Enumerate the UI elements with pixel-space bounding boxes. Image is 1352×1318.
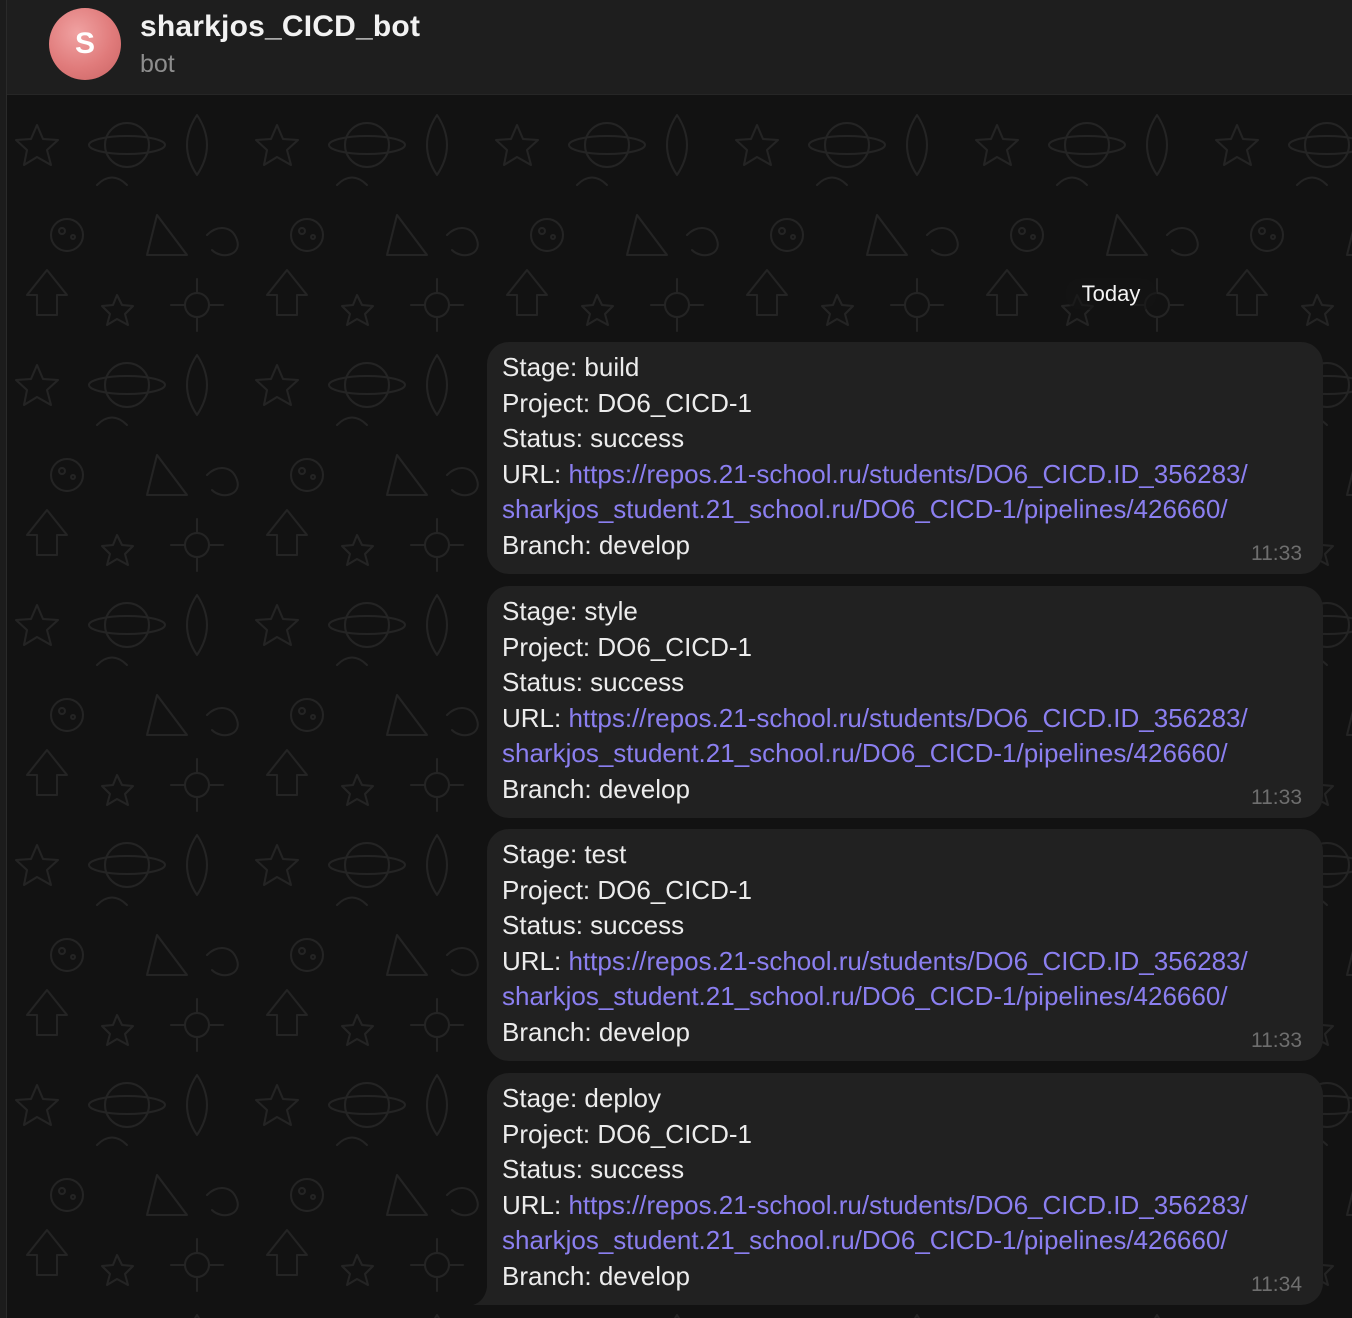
chat-list-edge xyxy=(0,0,7,1318)
message-stage: Stage: style xyxy=(502,596,638,626)
telegram-chat-window: S sharkjos_CICD_bot bot Today Stage: bui… xyxy=(0,0,1352,1318)
message-project: Project: DO6_CICD-1 xyxy=(502,874,752,905)
date-separator: Today xyxy=(1065,278,1157,310)
message-project: Project: DO6_CICD-1 xyxy=(502,631,752,662)
message-bubble[interactable]: Stage: deploy Project: DO6_CICD-1 Status… xyxy=(487,1073,1323,1305)
message-url-label: URL: xyxy=(502,945,569,976)
message-branch: Branch: develop xyxy=(502,1016,690,1047)
pipeline-link[interactable]: https://repos.21-school.ru/students/DO6_… xyxy=(568,1190,1247,1220)
pipeline-link-continued[interactable]: sharkjos_student.21_school.ru/DO6_CICD-1… xyxy=(502,1225,1228,1255)
pipeline-link[interactable]: https://repos.21-school.ru/students/DO6_… xyxy=(568,946,1247,976)
message-time: 11:33 xyxy=(1251,542,1302,565)
pipeline-link[interactable]: https://repos.21-school.ru/students/DO6_… xyxy=(568,703,1247,733)
message-project: Project: DO6_CICD-1 xyxy=(502,1118,752,1149)
message-time: 11:33 xyxy=(1251,1029,1302,1052)
message-time: 11:34 xyxy=(1251,1273,1302,1296)
message-project: Project: DO6_CICD-1 xyxy=(502,387,752,418)
pipeline-link-continued[interactable]: sharkjos_student.21_school.ru/DO6_CICD-1… xyxy=(502,494,1228,524)
message-branch: Branch: develop xyxy=(502,529,690,560)
chat-title: sharkjos_CICD_bot xyxy=(140,10,421,43)
message-bubble[interactable]: Stage: style Project: DO6_CICD-1 Status:… xyxy=(487,586,1323,818)
avatar[interactable]: S xyxy=(49,8,121,80)
bubble-tail-icon xyxy=(473,1287,491,1305)
message-url-label: URL: xyxy=(502,458,569,489)
pipeline-link-continued[interactable]: sharkjos_student.21_school.ru/DO6_CICD-1… xyxy=(502,981,1228,1011)
chat-subtitle: bot xyxy=(140,50,175,78)
message-area[interactable]: Today Stage: build Project: DO6_CICD-1 S… xyxy=(7,95,1352,1318)
message-status: Status: success xyxy=(502,423,685,453)
message-stage: Stage: deploy xyxy=(502,1083,662,1113)
message-url-label: URL: xyxy=(502,1189,569,1220)
message-branch: Branch: develop xyxy=(502,1260,690,1291)
chat-header[interactable]: S sharkjos_CICD_bot bot xyxy=(7,0,1352,95)
pipeline-link-continued[interactable]: sharkjos_student.21_school.ru/DO6_CICD-1… xyxy=(502,738,1228,768)
message-url-label: URL: xyxy=(502,702,569,733)
message-status: Status: success xyxy=(502,910,685,940)
message-stage: Stage: build xyxy=(502,352,640,382)
message-bubble[interactable]: Stage: build Project: DO6_CICD-1 Status:… xyxy=(487,342,1323,574)
message-status: Status: success xyxy=(502,667,685,697)
message-stage: Stage: test xyxy=(502,839,627,869)
message-status: Status: success xyxy=(502,1154,685,1184)
pipeline-link[interactable]: https://repos.21-school.ru/students/DO6_… xyxy=(568,459,1247,489)
message-time: 11:33 xyxy=(1251,786,1302,809)
message-branch: Branch: develop xyxy=(502,773,690,804)
message-bubble[interactable]: Stage: test Project: DO6_CICD-1 Status: … xyxy=(487,829,1323,1061)
